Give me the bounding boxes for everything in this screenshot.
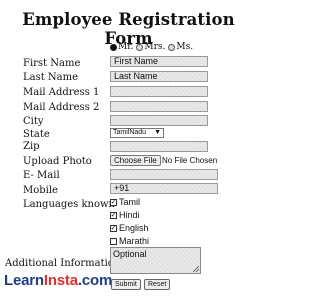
checkbox-hindi[interactable]: ✓ Hindi xyxy=(110,210,140,220)
mobile-input[interactable]: +91 xyxy=(110,183,218,194)
first-name-input[interactable]: First Name xyxy=(110,56,208,67)
choose-file-button[interactable]: Choose File xyxy=(110,155,161,166)
checkbox-tamil[interactable]: ✓ Tamil xyxy=(110,197,140,207)
brand-logo: LearnInsta.com xyxy=(4,272,113,289)
reset-button[interactable]: Reset xyxy=(144,279,171,290)
city-input[interactable] xyxy=(110,115,208,126)
checkbox-check-icon: ✓ xyxy=(110,224,117,232)
checkbox-empty-icon xyxy=(110,237,117,245)
checkbox-check-icon: ✓ xyxy=(110,198,117,206)
checkbox-english[interactable]: ✓ English xyxy=(110,223,149,233)
city-label: City xyxy=(23,116,44,127)
zip-label: Zip xyxy=(23,141,40,152)
state-label: State xyxy=(23,129,50,140)
radio-mr[interactable]: Mr. xyxy=(110,42,133,52)
last-name-label: Last Name xyxy=(23,72,79,83)
address1-label: Mail Address 1 xyxy=(23,87,100,98)
mobile-label: Mobile xyxy=(23,185,58,196)
zip-input[interactable] xyxy=(110,141,208,152)
radio-ms[interactable]: Ms. xyxy=(168,42,193,52)
address2-input[interactable] xyxy=(110,101,208,112)
chevron-down-icon: ▼ xyxy=(154,129,161,136)
radio-dot-icon xyxy=(110,43,117,51)
checkbox-marathi[interactable]: Marathi xyxy=(110,236,149,246)
languages-label: Languages known xyxy=(23,199,115,210)
radio-dot-icon xyxy=(168,43,176,51)
checkbox-check-icon: ✓ xyxy=(110,211,117,219)
address2-label: Mail Address 2 xyxy=(23,102,100,113)
resize-grip-icon[interactable] xyxy=(193,266,199,272)
additional-info-textarea[interactable]: Optional xyxy=(110,247,201,274)
radio-mrs[interactable]: Mrs. xyxy=(136,42,165,52)
email-input[interactable] xyxy=(110,169,218,180)
address1-input[interactable] xyxy=(110,86,208,97)
submit-button[interactable]: Submit xyxy=(111,279,141,290)
last-name-input[interactable]: Last Name xyxy=(110,71,208,82)
first-name-label: First Name xyxy=(23,58,81,69)
upload-photo-label: Upload Photo xyxy=(23,156,92,167)
additional-info-label: Additional Information xyxy=(5,258,121,269)
email-label: E- Mail xyxy=(23,170,60,181)
state-select[interactable]: TamilNadu ▼ xyxy=(110,128,164,138)
salutation-radio-group: Mr. Mrs. Ms. xyxy=(110,42,193,52)
radio-dot-icon xyxy=(136,43,144,51)
file-status: No File Chosen xyxy=(162,156,218,165)
